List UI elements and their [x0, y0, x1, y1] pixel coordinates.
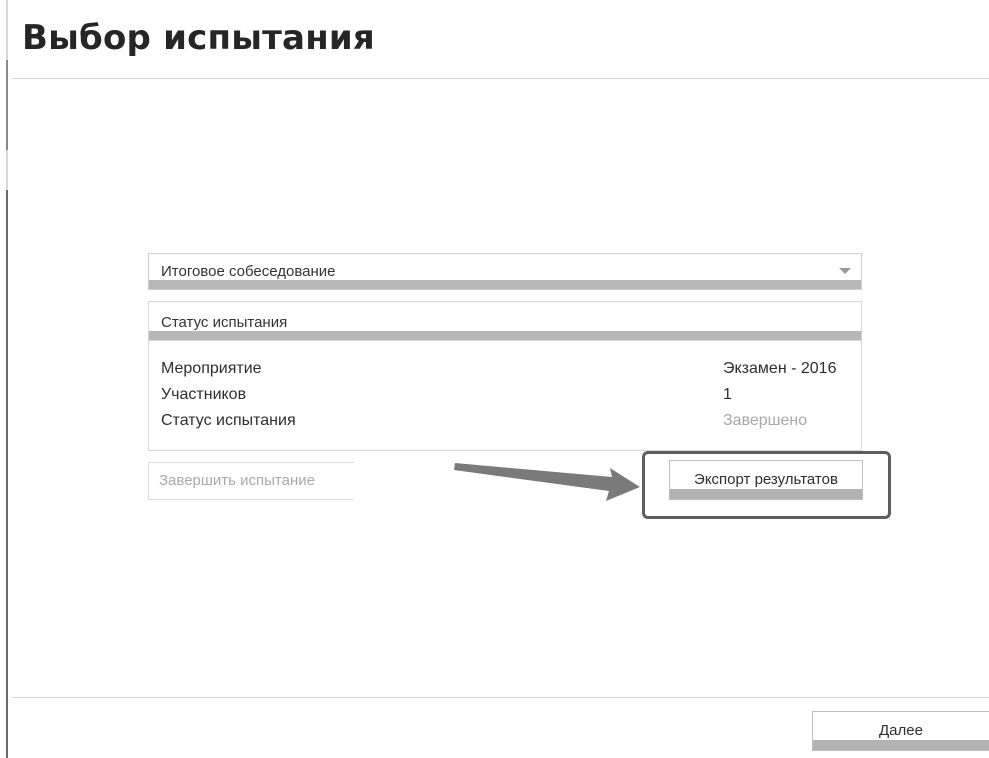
window-edge-segment [6, 60, 8, 150]
info-row-event: Мероприятие Экзамен - 2016 [161, 360, 847, 382]
test-select-value: Итоговое собеседование [161, 263, 336, 280]
chevron-down-icon [839, 268, 851, 274]
footer-divider [12, 697, 989, 698]
info-label: Мероприятие [161, 360, 262, 377]
test-select-dropdown[interactable]: Итоговое собеседование [148, 253, 862, 290]
status-panel-header[interactable]: Статус испытания [149, 302, 861, 341]
info-label: Статус испытания [161, 412, 296, 429]
export-results-button[interactable]: Экспорт результатов [669, 460, 863, 500]
info-row-status: Статус испытания Завершено [161, 412, 847, 434]
page: Выбор испытания Итоговое собеседование С… [0, 0, 989, 758]
info-label: Участников [161, 386, 247, 403]
info-row-participants: Участников 1 [161, 386, 847, 408]
window-edge-segment [6, 190, 8, 758]
dropdown-underline [149, 280, 861, 289]
info-value: 1 [723, 386, 732, 403]
status-panel: Статус испытания Мероприятие Экзамен - 2… [148, 301, 862, 451]
status-panel-title: Статус испытания [161, 314, 288, 331]
next-button-label: Далее [879, 722, 923, 739]
header-divider [12, 78, 989, 79]
status-value: Завершено [723, 412, 808, 429]
button-underline [813, 740, 989, 750]
button-underline [670, 489, 862, 499]
finish-test-button: Завершить испытание [148, 462, 354, 500]
next-button[interactable]: Далее [812, 711, 989, 751]
status-header-underline [149, 331, 861, 340]
page-title: Выбор испытания [22, 18, 375, 58]
export-results-label: Экспорт результатов [694, 471, 838, 488]
info-value: Экзамен - 2016 [723, 360, 837, 377]
